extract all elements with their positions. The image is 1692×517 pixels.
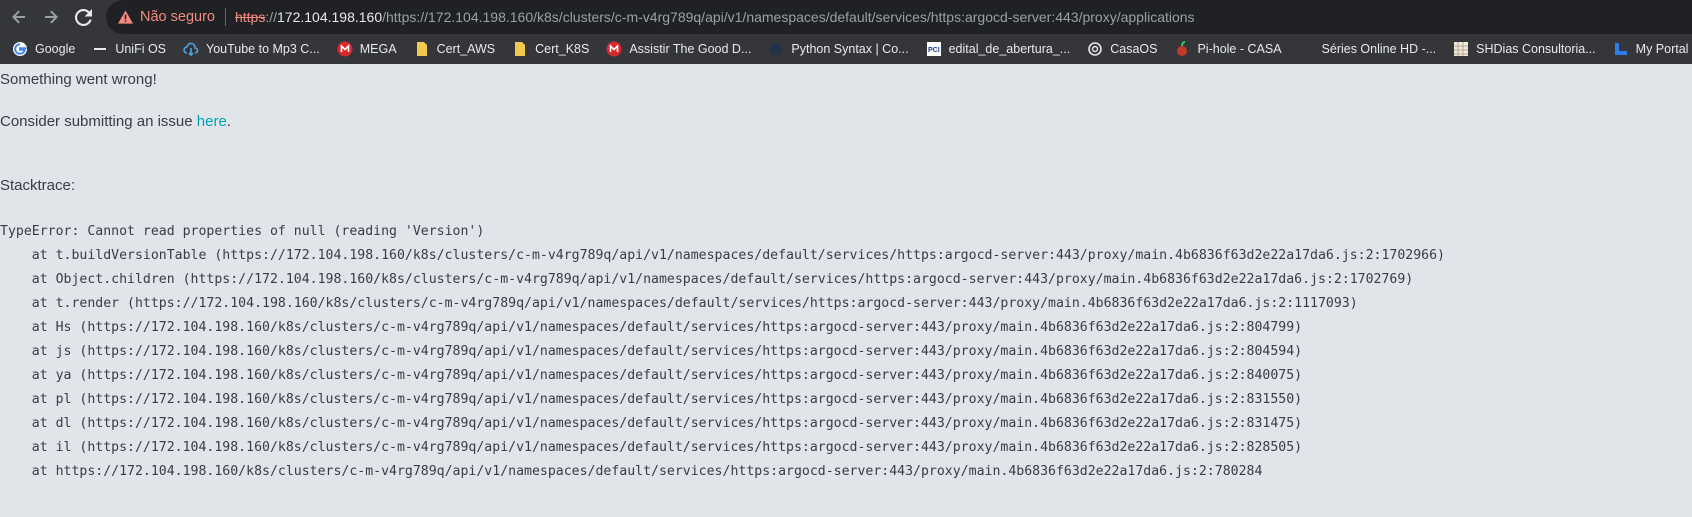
- svg-text:PCI: PCI: [928, 47, 940, 54]
- pci-icon: PCI: [926, 41, 942, 57]
- bookmark-item[interactable]: SHDias Consultoria...: [1453, 41, 1596, 57]
- warning-icon[interactable]: [118, 10, 133, 24]
- bookmark-item[interactable]: Google: [12, 41, 75, 57]
- bookmark-item[interactable]: Cert_K8S: [512, 41, 589, 57]
- bookmark-label: MEGA: [359, 42, 397, 56]
- issue-link[interactable]: here: [197, 113, 227, 130]
- mega-icon: [606, 41, 622, 57]
- bookmarks-bar: Google UniFi OS YouTube to Mp3 C... MEGA Cer…: [0, 34, 1692, 64]
- forward-button[interactable]: [38, 4, 64, 30]
- bookmark-item[interactable]: Assistir The Good D...: [606, 41, 751, 57]
- back-button[interactable]: [6, 4, 32, 30]
- browser-toolbar: Não seguro https://172.104.198.160/https…: [0, 0, 1692, 34]
- bookmark-item[interactable]: Séries Online HD -...: [1299, 41, 1437, 57]
- bookmark-label: UniFi OS: [115, 42, 167, 56]
- blank-icon: [1299, 41, 1315, 57]
- bookmark-label: Cert_AWS: [436, 42, 496, 56]
- bookmark-item[interactable]: CasaOS: [1087, 41, 1157, 57]
- reload-button[interactable]: [70, 4, 96, 30]
- bookmark-item[interactable]: Python Syntax | Co...: [768, 41, 909, 57]
- bookmark-item[interactable]: MEGA: [337, 41, 397, 57]
- bookmark-label: My Portal: [1635, 42, 1689, 56]
- folder-icon: [414, 41, 430, 57]
- bookmark-item[interactable]: PCI edital_de_abertura_...: [926, 41, 1071, 57]
- omnibox-divider: [224, 8, 226, 26]
- cloud-download-icon: [183, 41, 199, 57]
- mega-icon: [337, 41, 353, 57]
- bookmark-label: edital_de_abertura_...: [948, 42, 1071, 56]
- pihole-icon: [1174, 41, 1190, 57]
- address-bar[interactable]: Não seguro https://172.104.198.160/https…: [106, 0, 1692, 34]
- bookmark-label: YouTube to Mp3 C...: [206, 42, 320, 56]
- bookmark-label: Google: [35, 42, 76, 56]
- reload-icon: [74, 8, 92, 26]
- bookmark-label: Cert_K8S: [535, 42, 590, 56]
- bookmark-label: Python Syntax | Co...: [791, 42, 909, 56]
- url-scheme: https: [234, 9, 266, 25]
- stacktrace: TypeError: Cannot read properties of nul…: [0, 224, 1445, 479]
- issue-suffix: .: [226, 113, 231, 130]
- stacktrace-heading: Stacktrace:: [0, 177, 76, 194]
- issue-message: Consider submitting an issue here.: [0, 113, 231, 130]
- bookmark-label: SHDias Consultoria...: [1476, 42, 1596, 56]
- arrow-right-icon: [45, 10, 58, 24]
- bookmark-label: Séries Online HD -...: [1321, 42, 1437, 56]
- url-scheme-separator: ://: [265, 9, 277, 25]
- security-label[interactable]: Não seguro: [140, 9, 215, 25]
- bookmark-item[interactable]: Cert_AWS: [414, 41, 496, 57]
- bookmark-label: CasaOS: [1110, 42, 1158, 56]
- issue-prefix: Consider submitting an issue: [0, 113, 197, 130]
- bookmark-item[interactable]: UniFi OS: [92, 41, 166, 57]
- portal-icon: [1613, 41, 1629, 57]
- unifi-icon: [92, 41, 108, 57]
- grid-icon: [1453, 41, 1469, 57]
- url-path: /https://172.104.198.160/k8s/clusters/c-…: [382, 9, 1195, 25]
- bookmark-item[interactable]: YouTube to Mp3 C...: [183, 41, 320, 57]
- bookmark-item[interactable]: My Portal: [1613, 41, 1689, 57]
- arrow-left-icon: [12, 10, 25, 24]
- folder-icon: [512, 41, 528, 57]
- error-title: Something went wrong!: [0, 71, 157, 88]
- bookmark-item[interactable]: Pi-hole - CASA: [1174, 41, 1282, 57]
- url-host: 172.104.198.160: [277, 9, 383, 25]
- google-icon: [12, 41, 28, 57]
- python-icon: [768, 41, 784, 57]
- bookmark-label: Assistir The Good D...: [629, 42, 752, 56]
- bookmark-label: Pi-hole - CASA: [1197, 42, 1282, 56]
- casaos-icon: [1087, 41, 1103, 57]
